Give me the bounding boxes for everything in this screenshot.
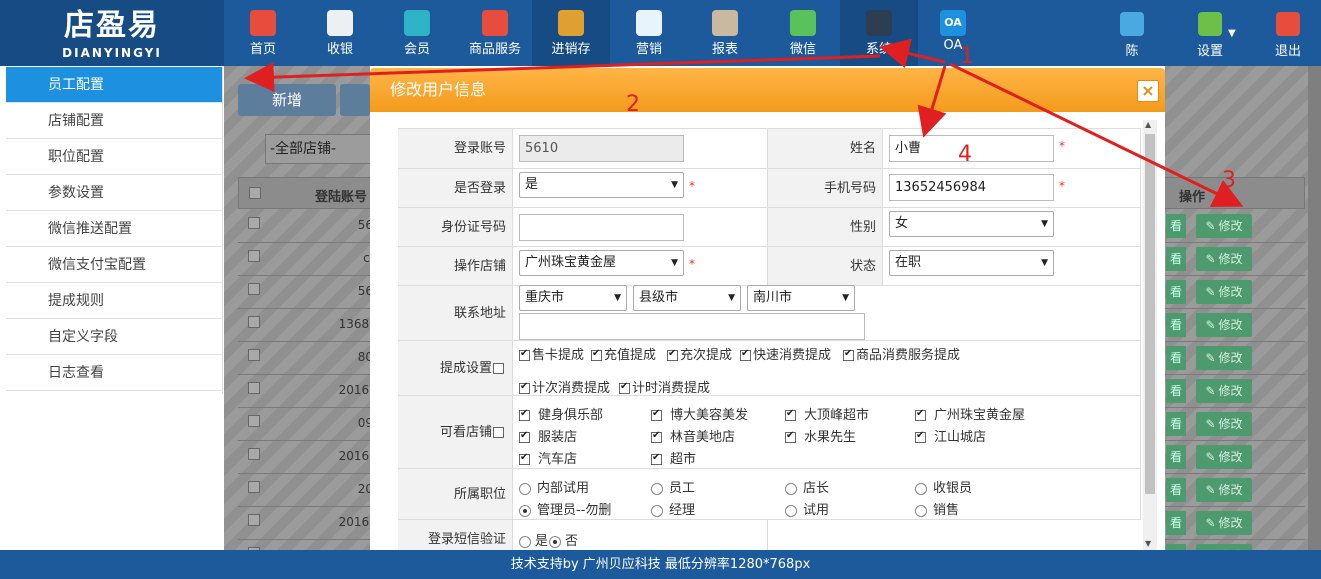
arrow-to-edit: [949, 62, 1244, 207]
annotation-4: 4: [958, 142, 972, 167]
annotation-arrows: [244, 38, 1244, 207]
annotation-3: 3: [1222, 168, 1236, 193]
arrow-to-staff-config: [244, 54, 881, 93]
arrow-to-system: [879, 38, 946, 69]
annotation-1: 1: [960, 44, 974, 69]
annotation-2: 2: [626, 92, 640, 117]
footer: 技术支持by 广州贝应科技 最低分辨率1280*768px: [0, 550, 1321, 579]
arrow-to-name: [917, 65, 947, 138]
